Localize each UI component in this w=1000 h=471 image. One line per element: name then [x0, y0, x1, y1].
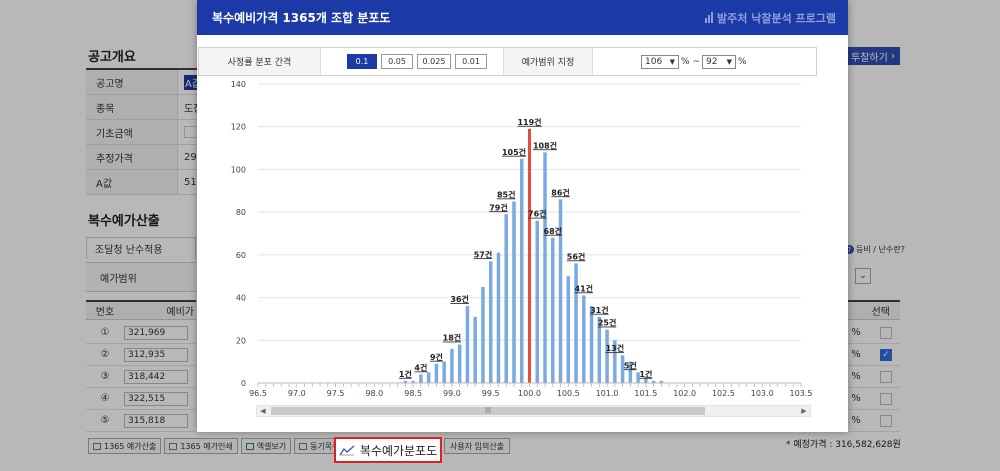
data-label: 68건	[544, 226, 563, 236]
data-label: 1건	[399, 369, 412, 379]
interval-0.05-button[interactable]: 0.05	[381, 54, 413, 69]
range-to-value: 92	[705, 56, 718, 67]
range-separator: % ~	[681, 56, 700, 67]
data-label: 41건	[575, 283, 594, 293]
y-tick-label: 80	[236, 208, 246, 217]
range-from-select[interactable]: 106 ▼	[641, 54, 679, 69]
x-tick-label: 103.5	[790, 389, 813, 398]
scroll-thumb[interactable]: |||	[271, 407, 705, 415]
data-label: 5건	[624, 360, 637, 370]
data-label: 56건	[567, 251, 586, 261]
data-label: 76건	[528, 209, 547, 219]
histogram-bar	[481, 286, 485, 383]
histogram-bar	[551, 237, 555, 383]
data-label: 119건	[517, 117, 541, 127]
brand-label: 발주처 낙찰분석 프로그램	[717, 11, 836, 25]
y-tick-label: 120	[231, 123, 246, 132]
histogram-bar	[543, 152, 547, 383]
interval-controls: 사정률 분포 간격 0.1 0.05 0.025 0.01 예가범위 지정 10…	[198, 47, 817, 76]
data-label: 31건	[590, 305, 609, 315]
histogram-bar	[496, 252, 501, 383]
histogram-bar	[589, 306, 594, 383]
x-tick-label: 100.5	[557, 389, 580, 398]
data-label: 108건	[533, 140, 557, 150]
histogram-bar	[434, 363, 439, 383]
data-label: 86건	[551, 187, 570, 197]
interval-label: 사정률 분포 간격	[199, 48, 321, 75]
x-tick-label: 97.0	[288, 389, 306, 398]
y-tick-label: 60	[236, 251, 246, 260]
histogram-bar	[582, 295, 586, 383]
y-tick-label: 140	[231, 80, 246, 89]
range-to-select[interactable]: 92 ▼	[701, 54, 736, 69]
x-tick-label: 97.5	[327, 389, 345, 398]
data-label: 25건	[598, 318, 617, 328]
interval-0.1-button[interactable]: 0.1	[347, 54, 377, 69]
bar-chart-icon	[705, 12, 714, 23]
histogram-bar	[465, 306, 470, 383]
x-tick-label: 101.5	[634, 389, 657, 398]
data-label: 13건	[606, 343, 625, 353]
histogram-bar	[457, 344, 462, 383]
x-tick-label: 99.5	[482, 389, 500, 398]
x-tick-label: 98.0	[365, 389, 383, 398]
distribution-button-label: 복수예가분포도	[359, 443, 438, 458]
x-tick-label: 96.5	[249, 389, 267, 398]
histogram-bar	[450, 348, 454, 383]
chevron-down-icon: ▼	[669, 57, 675, 66]
histogram-bar	[574, 263, 578, 383]
data-label: 79건	[489, 202, 508, 212]
y-tick-label: 20	[236, 336, 246, 345]
histogram-bar	[566, 276, 571, 383]
data-label: 9건	[430, 352, 443, 362]
data-label: 36건	[450, 294, 469, 304]
y-tick-label: 40	[236, 294, 246, 303]
data-label: 85건	[497, 189, 516, 199]
modal-header: 복수예비가격 1365개 조합 분포도 발주처 낙찰분석 프로그램	[197, 0, 848, 35]
data-label: 105건	[502, 147, 526, 157]
data-label: 1건	[639, 369, 652, 379]
x-tick-label: 103.0	[751, 389, 774, 398]
scroll-right-icon[interactable]: ▶	[799, 406, 809, 416]
histogram-bar	[512, 201, 516, 383]
histogram-bar	[488, 261, 493, 383]
histogram-bar	[605, 329, 609, 383]
histogram-bar	[426, 372, 431, 383]
x-tick-label: 102.5	[712, 389, 735, 398]
histogram-bar	[504, 214, 508, 383]
histogram-bar	[473, 316, 477, 383]
range-label: 예가범위 지정	[503, 48, 593, 75]
distribution-chart: 1건4건9건18건36건57건79건85건105건119건76건108건68건8…	[231, 80, 813, 398]
histogram-bar	[419, 374, 423, 383]
histogram-bar	[519, 158, 524, 383]
data-label: 18건	[443, 333, 462, 343]
data-label: 57건	[474, 249, 493, 259]
chevron-down-icon: ▼	[726, 57, 732, 66]
modal-title: 복수예비가격 1365개 조합 분포도	[212, 11, 391, 25]
x-tick-label: 102.0	[673, 389, 696, 398]
range-selector: 106 ▼ % ~ 92 ▼ %	[641, 54, 747, 69]
x-tick-label: 99.0	[443, 389, 461, 398]
range-from-value: 106	[645, 56, 663, 67]
chart-scrollbar[interactable]: ◀ ||| ▶	[256, 405, 811, 417]
range-percent: %	[737, 56, 747, 67]
interval-0.01-button[interactable]: 0.01	[455, 54, 487, 69]
histogram-bar	[442, 361, 446, 383]
data-label: 4건	[414, 362, 427, 372]
x-tick-label: 100.0	[518, 389, 541, 398]
y-tick-label: 0	[241, 379, 246, 388]
brand-logo: 발주처 낙찰분석 프로그램	[705, 10, 836, 26]
line-chart-icon	[339, 445, 355, 456]
peak-bar	[528, 128, 531, 383]
scroll-left-icon[interactable]: ◀	[258, 406, 268, 416]
histogram-bar	[535, 220, 540, 383]
distribution-chart-button[interactable]: 복수예가분포도	[334, 437, 442, 463]
x-tick-label: 101.0	[596, 389, 619, 398]
y-tick-label: 100	[231, 165, 246, 174]
interval-0.025-button[interactable]: 0.025	[417, 54, 451, 69]
x-tick-label: 98.5	[404, 389, 422, 398]
